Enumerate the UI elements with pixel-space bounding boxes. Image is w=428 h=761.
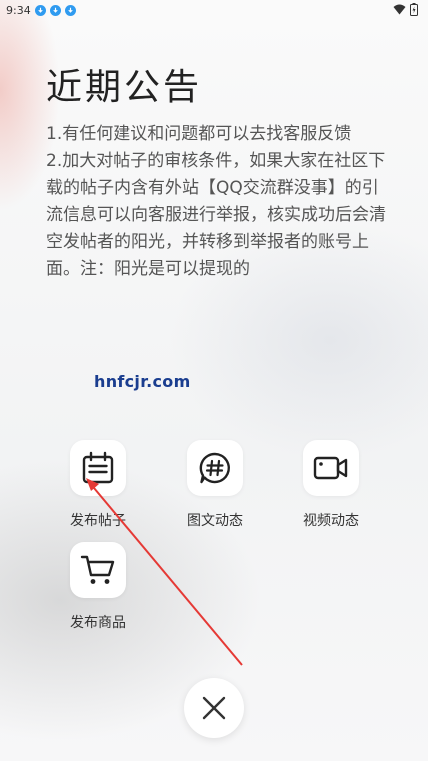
video-camera-icon [313,456,348,480]
image-text-post-label: 图文动态 [187,513,243,529]
announcement-body: 1.有任何建议和问题都可以去找客服反馈 2.加大对帖子的审核条件，如果大家在社区… [46,124,386,279]
publish-product-label: 发布商品 [70,615,126,631]
image-text-post-button[interactable]: 图文动态 [165,440,265,530]
download-icon [49,4,61,16]
watermark-text: hnfcjr.com [94,372,191,391]
video-post-label: 视频动态 [303,513,359,529]
publish-post-label: 发布帖子 [70,513,126,529]
announcement-title: 近期公告 [46,67,203,108]
image-text-post-tile[interactable] [187,440,243,496]
calendar-icon [82,451,114,484]
shopping-cart-icon [80,555,115,584]
hashtag-chat-icon [199,452,230,484]
status-time: 9:34 [6,3,31,17]
publish-product-button[interactable]: 发布商品 [48,542,148,632]
download-icon [34,4,46,16]
video-post-tile[interactable] [303,440,359,496]
status-bar: 9:34 [0,0,428,20]
battery-icon [410,3,418,19]
download-icon [64,4,76,16]
close-icon [202,696,226,720]
publish-post-button[interactable]: 发布帖子 [48,440,148,530]
publish-post-tile[interactable] [70,440,126,496]
video-post-button[interactable]: 视频动态 [281,440,381,530]
wifi-icon [393,4,406,18]
background [0,0,428,761]
publish-product-tile[interactable] [70,542,126,598]
close-button[interactable] [184,678,244,738]
